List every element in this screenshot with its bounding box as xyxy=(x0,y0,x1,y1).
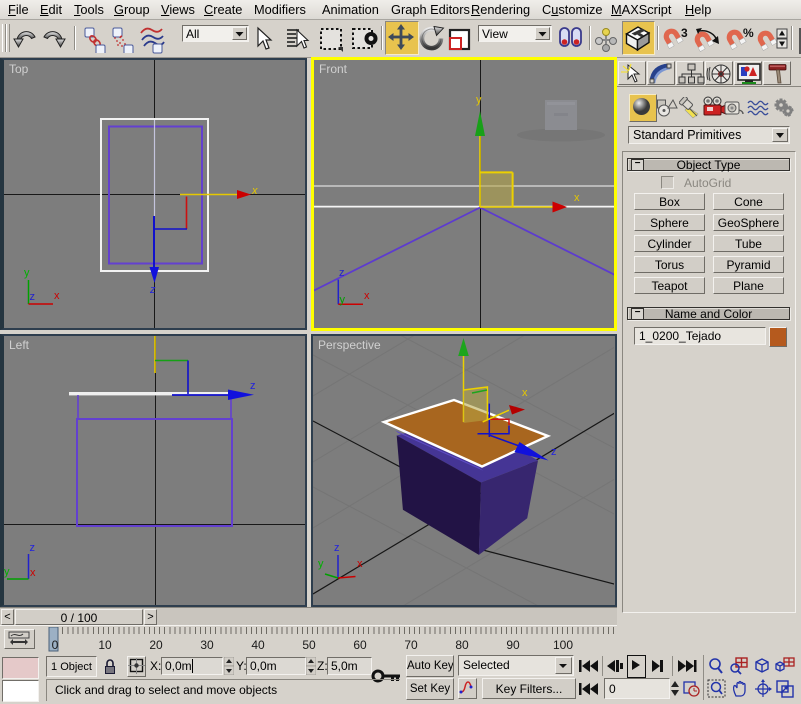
svg-text:70: 70 xyxy=(404,638,418,652)
svg-text:40: 40 xyxy=(251,638,265,652)
svg-text:50: 50 xyxy=(302,638,316,652)
svg-text:y: y xyxy=(476,94,482,106)
svg-text:y: y xyxy=(318,558,324,570)
svg-text:x: x xyxy=(522,387,528,399)
svg-text:z: z xyxy=(30,542,36,554)
svg-text:x: x xyxy=(54,290,60,302)
svg-text:z: z xyxy=(339,267,345,279)
svg-text:y: y xyxy=(340,294,346,306)
svg-text:10: 10 xyxy=(98,638,112,652)
svg-text:z: z xyxy=(250,380,256,392)
svg-text:20: 20 xyxy=(149,638,163,652)
svg-text:%: % xyxy=(743,26,754,40)
svg-text:x: x xyxy=(251,185,258,197)
svg-text:x: x xyxy=(30,567,36,579)
svg-text:80: 80 xyxy=(455,638,469,652)
svg-text:z: z xyxy=(334,542,340,554)
svg-text:y: y xyxy=(4,566,10,578)
svg-text:y: y xyxy=(24,267,30,279)
svg-text:z: z xyxy=(30,291,36,303)
svg-text:z: z xyxy=(149,284,156,296)
svg-text:60: 60 xyxy=(353,638,367,652)
svg-text:x: x xyxy=(364,290,370,302)
svg-text:90: 90 xyxy=(506,638,520,652)
svg-text:100: 100 xyxy=(553,638,573,652)
svg-text:x: x xyxy=(357,558,363,570)
svg-text:z: z xyxy=(551,446,557,458)
svg-text:x: x xyxy=(574,192,580,204)
svg-text:0: 0 xyxy=(52,638,59,652)
svg-text:30: 30 xyxy=(200,638,214,652)
svg-text:3: 3 xyxy=(681,26,688,40)
